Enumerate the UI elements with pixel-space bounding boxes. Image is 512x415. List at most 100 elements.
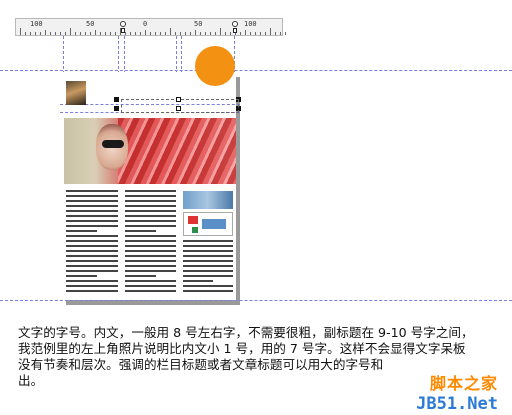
ruler-tick bbox=[35, 32, 36, 35]
greeked-text-line bbox=[66, 200, 118, 202]
ruler-tick bbox=[160, 32, 161, 35]
greeked-text-line bbox=[125, 205, 176, 207]
ruler-label: 50 bbox=[86, 20, 95, 28]
ruler-tick bbox=[75, 32, 76, 35]
ruler-tick bbox=[85, 32, 86, 35]
greeked-text-line bbox=[125, 265, 176, 267]
caption-line: 我范例里的左上角照片说明比内文小 1 号，用的 7 号字。这样不会显得文字呆板 bbox=[18, 341, 466, 356]
watermark-cn: 脚本之家 bbox=[429, 374, 498, 393]
ruler-tick bbox=[155, 32, 156, 35]
watermark: 脚本之家 JB51.Net bbox=[416, 370, 498, 414]
greeked-text-line bbox=[66, 195, 118, 197]
small-graphic[interactable] bbox=[183, 212, 233, 236]
horizontal-guide[interactable] bbox=[0, 300, 512, 301]
ruler-indent-marker[interactable] bbox=[233, 28, 237, 33]
greeked-text-line bbox=[66, 230, 98, 232]
ruler-tick bbox=[245, 30, 246, 35]
greeked-text-line bbox=[183, 255, 233, 257]
greeked-text-line bbox=[66, 290, 118, 292]
ruler-tick bbox=[260, 32, 261, 35]
ruler-tick bbox=[50, 32, 51, 35]
ruler-tick bbox=[70, 28, 71, 35]
ruler-label: 100 bbox=[30, 20, 43, 28]
ruler-tick bbox=[20, 28, 21, 35]
greeked-text-line bbox=[66, 280, 118, 282]
ruler-tick bbox=[250, 32, 251, 35]
hero-photo[interactable] bbox=[64, 118, 236, 184]
greeked-text-line bbox=[125, 290, 176, 292]
greeked-text-line bbox=[66, 255, 118, 257]
greeked-text-line bbox=[66, 270, 118, 272]
ruler-tick bbox=[55, 32, 56, 35]
greeked-text-line bbox=[66, 190, 118, 192]
ruler-tick bbox=[285, 32, 286, 35]
ruler-tick bbox=[240, 32, 241, 35]
greeked-text-line bbox=[183, 280, 213, 282]
ruler-label: 100 bbox=[244, 20, 257, 28]
ruler-tick bbox=[135, 32, 136, 35]
ruler-tick bbox=[265, 32, 266, 35]
small-graphic-swatch bbox=[188, 216, 198, 224]
ruler-tick bbox=[170, 28, 171, 35]
greeked-text-line bbox=[125, 220, 176, 222]
greeked-text-line bbox=[125, 200, 176, 202]
ruler-tick bbox=[60, 32, 61, 35]
text-column-1[interactable] bbox=[66, 190, 118, 295]
text-column-2[interactable] bbox=[125, 190, 176, 295]
selection-handle[interactable] bbox=[114, 106, 119, 111]
horizontal-guide[interactable] bbox=[0, 70, 512, 71]
ruler-tick bbox=[190, 32, 191, 35]
greeked-text-line bbox=[125, 245, 176, 247]
greeked-text-line bbox=[125, 190, 176, 192]
ruler-tick bbox=[150, 32, 151, 35]
ruler-tick bbox=[25, 32, 26, 35]
ruler-tick bbox=[280, 32, 281, 35]
orange-circle-graphic[interactable] bbox=[195, 46, 235, 86]
greeked-text-line bbox=[66, 215, 118, 217]
ruler-tick bbox=[165, 32, 166, 35]
horizontal-ruler[interactable]: 100 50 0 50 100 bbox=[15, 18, 286, 36]
greeked-text-line bbox=[125, 280, 176, 282]
corner-photo[interactable] bbox=[66, 81, 86, 105]
selection-handle[interactable] bbox=[176, 106, 181, 111]
greeked-text-line bbox=[66, 235, 118, 237]
ruler-tick bbox=[180, 32, 181, 35]
greeked-text-line bbox=[183, 260, 233, 262]
ruler-tick bbox=[255, 32, 256, 35]
small-graphic-swatch bbox=[202, 219, 226, 229]
greeked-text-line bbox=[66, 240, 118, 242]
ruler-tab-stop[interactable] bbox=[232, 21, 238, 27]
selection-handle[interactable] bbox=[176, 97, 181, 102]
greeked-text-line bbox=[125, 210, 176, 212]
ruler-tick bbox=[45, 30, 46, 35]
text-column-3[interactable] bbox=[183, 240, 233, 295]
greeked-text-line bbox=[66, 245, 118, 247]
greeked-text-line bbox=[66, 275, 98, 277]
ruler-tick bbox=[90, 32, 91, 35]
small-photo[interactable] bbox=[183, 191, 233, 209]
ruler-tick bbox=[205, 32, 206, 35]
ruler-tick bbox=[30, 32, 31, 35]
greeked-text-line bbox=[66, 285, 118, 287]
ruler-label: 50 bbox=[194, 20, 203, 28]
watermark-en: JB51.Net bbox=[416, 394, 498, 414]
ruler-tick bbox=[270, 28, 271, 35]
ruler-indent-marker[interactable] bbox=[121, 28, 125, 33]
greeked-text-line bbox=[125, 225, 176, 227]
ruler-tick bbox=[105, 32, 106, 35]
small-graphic-swatch bbox=[192, 227, 198, 233]
ruler-tick bbox=[100, 32, 101, 35]
ruler-tick bbox=[200, 32, 201, 35]
selection-handle[interactable] bbox=[114, 97, 119, 102]
ruler-tick bbox=[125, 32, 126, 35]
greeked-text-line bbox=[125, 255, 176, 257]
greeked-text-line bbox=[66, 210, 118, 212]
greeked-text-line bbox=[66, 260, 118, 262]
greeked-text-line bbox=[183, 245, 233, 247]
greeked-text-line bbox=[125, 285, 176, 287]
greeked-text-line bbox=[125, 250, 176, 252]
greeked-text-line bbox=[66, 205, 118, 207]
greeked-text-line bbox=[125, 235, 176, 237]
ruler-tab-stop[interactable] bbox=[120, 21, 126, 27]
greeked-text-line bbox=[125, 195, 176, 197]
